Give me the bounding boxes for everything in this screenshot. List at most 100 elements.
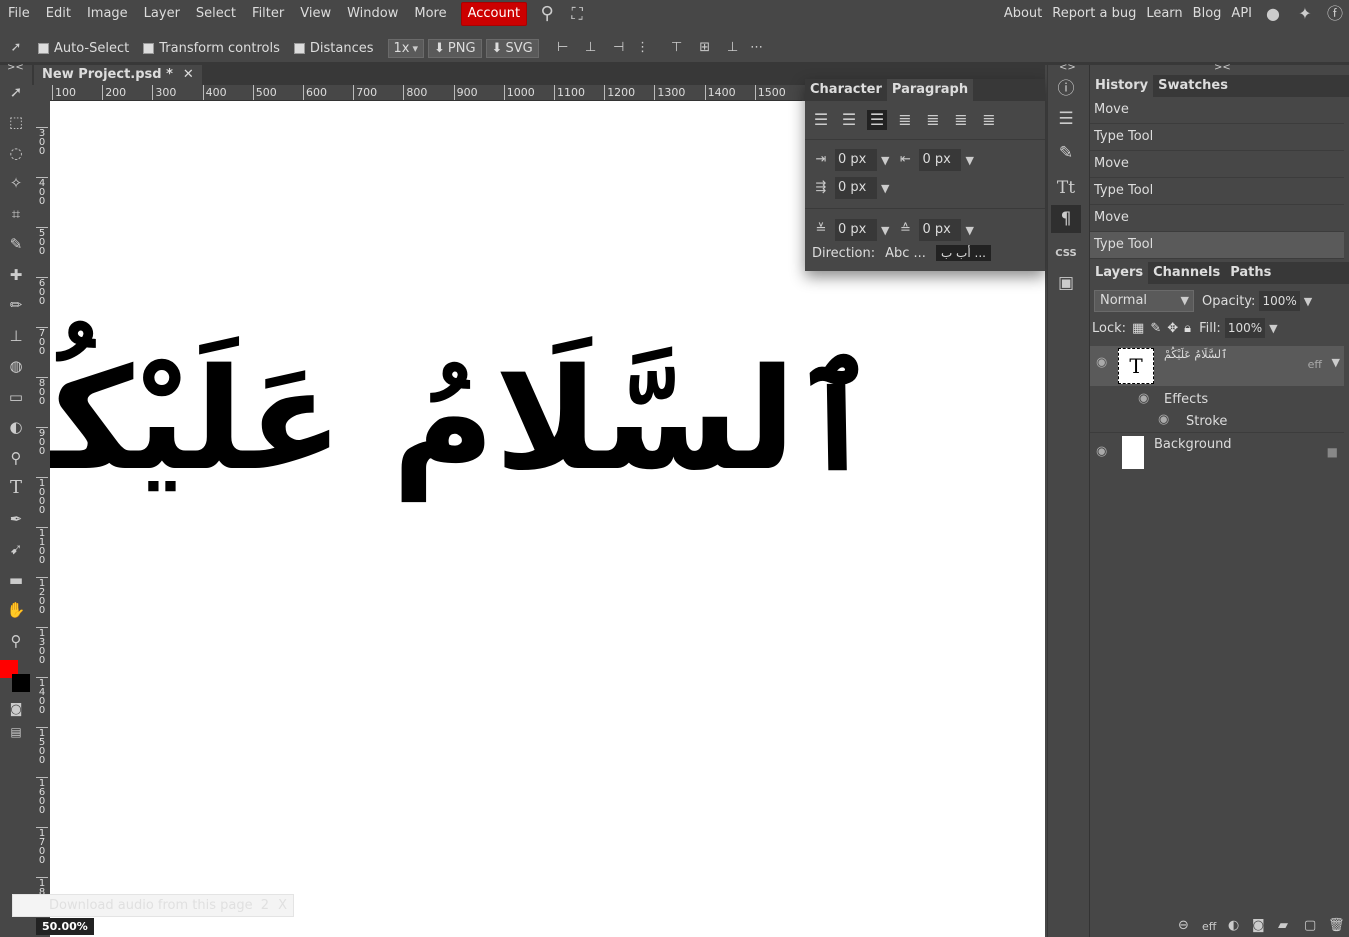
tab-channels[interactable]: Channels (1148, 262, 1225, 284)
blend-mode-select[interactable]: Normal ▼ (1094, 290, 1194, 312)
effects-row[interactable]: ◉ Effects (1090, 389, 1346, 411)
opacity-input[interactable]: 100% (1259, 291, 1300, 311)
move-tool-icon[interactable]: ➚ (5, 81, 27, 103)
lock-paint-icon[interactable]: ✎ (1150, 321, 1161, 336)
download-audio-overlay[interactable]: Download audio from this page 2 X (12, 894, 294, 917)
pen-tool-icon[interactable]: ✒ (5, 508, 27, 530)
info-icon[interactable]: ⓘ (1051, 75, 1081, 103)
reddit-icon[interactable]: ● (1263, 4, 1283, 24)
paragraph-icon[interactable]: ¶ (1051, 205, 1081, 233)
justify-center-icon[interactable]: ≣ (923, 110, 943, 130)
history-item[interactable]: Move (1090, 151, 1344, 178)
checkbox-box[interactable] (293, 42, 305, 54)
menu-view[interactable]: View (292, 0, 339, 28)
new-layer-icon[interactable]: ▢ (1304, 918, 1316, 933)
menu-more[interactable]: More (406, 0, 454, 28)
menu-filter[interactable]: Filter (244, 0, 292, 28)
fill-input[interactable]: 100% (1224, 318, 1266, 338)
checkbox-box[interactable] (38, 42, 49, 54)
align-center-icon[interactable]: ☰ (839, 110, 859, 130)
background-color-swatch[interactable] (12, 674, 30, 692)
search-icon[interactable]: ⚲ (537, 4, 557, 24)
layer-name[interactable]: ٱلسَّلَامُ عَلَيْكُمْ (1164, 348, 1227, 361)
layer-name[interactable]: Background (1154, 437, 1232, 452)
chevron-down-icon[interactable]: ▼ (965, 154, 973, 167)
auto-select-checkbox[interactable]: Auto-Select (38, 41, 129, 56)
layer-row-background[interactable]: ◉ Background ■ (1090, 432, 1344, 472)
tab-swatches[interactable]: Swatches (1153, 75, 1233, 97)
tab-history[interactable]: History (1090, 75, 1154, 97)
lasso-tool-icon[interactable]: ◌ (5, 142, 27, 164)
align-vcenter-icon[interactable]: ⊞ (695, 38, 715, 58)
scale-select[interactable]: 1x ▾ (387, 38, 424, 58)
align-right-icon[interactable]: ⊣ (609, 38, 629, 58)
path-select-icon[interactable]: ➹ (5, 538, 27, 560)
twitter-icon[interactable]: ✦ (1295, 4, 1315, 24)
history-item[interactable]: Type Tool (1090, 178, 1344, 205)
image-icon[interactable]: ▣ (1051, 269, 1081, 297)
first-line-indent-input[interactable]: 0 px (835, 177, 877, 199)
fullscreen-icon[interactable]: ⛶ (567, 4, 587, 24)
dodge-tool-icon[interactable]: ⚲ (5, 447, 27, 469)
checkbox-box[interactable] (143, 42, 155, 54)
collapse-toggle[interactable]: >< (1214, 62, 1231, 73)
zoom-level[interactable]: 50.00% (36, 918, 94, 935)
menu-select[interactable]: Select (188, 0, 244, 28)
adjustment-layer-icon[interactable]: ◐ (1228, 918, 1239, 933)
canvas-text-layer[interactable]: ٱلسَّلَامُ عَلَيْكُمْ (50, 351, 878, 491)
space-after-input[interactable]: 0 px (919, 219, 962, 241)
indent-left-input[interactable]: 0 px (835, 149, 877, 171)
history-item[interactable]: Move (1090, 97, 1344, 124)
clone-stamp-icon[interactable]: ⊥ (5, 325, 27, 347)
visibility-eye-icon[interactable]: ◉ (1158, 412, 1169, 427)
zoom-tool-icon[interactable]: ⚲ (5, 630, 27, 652)
brush-settings-icon[interactable]: ✎ (1051, 139, 1081, 167)
marquee-tool-icon[interactable]: ⬚ (5, 111, 27, 133)
brush-tool-icon[interactable]: ✏ (5, 294, 27, 316)
link-layers-icon[interactable]: ⊖ (1178, 918, 1189, 933)
menu-about[interactable]: About (999, 0, 1047, 28)
expand-toggle[interactable]: <> (1059, 62, 1076, 73)
distances-checkbox[interactable]: Distances (293, 41, 374, 56)
add-effect-button[interactable]: eff (1202, 920, 1216, 933)
space-before-input[interactable]: 0 px (835, 219, 877, 241)
menu-api[interactable]: API (1226, 0, 1257, 28)
lock-all-icon[interactable]: 🔒︎ (1184, 321, 1191, 336)
align-bottom-icon[interactable]: ⊥ (723, 38, 743, 58)
chevron-down-icon[interactable]: ▼ (1332, 356, 1340, 369)
history-item[interactable]: Type Tool (1090, 232, 1344, 259)
rectangle-tool-icon[interactable]: ▬ (5, 569, 27, 591)
menu-edit[interactable]: Edit (38, 0, 79, 28)
direction-rtl-option[interactable]: أب ب ... (935, 245, 991, 261)
facebook-icon[interactable]: ⓕ (1325, 4, 1345, 24)
align-left-icon[interactable]: ⊢ (553, 38, 573, 58)
justify-left-icon[interactable]: ≣ (895, 110, 915, 130)
close-icon[interactable]: ✕ (183, 65, 194, 85)
screen-mode-icon[interactable]: ▤ (5, 721, 27, 743)
close-icon[interactable]: X (278, 895, 287, 916)
indent-right-input[interactable]: 0 px (919, 149, 962, 171)
document-tab[interactable]: New Project.psd * ✕ (34, 65, 202, 85)
lock-transparent-icon[interactable]: ▦ (1132, 321, 1144, 336)
lock-position-icon[interactable]: ✥ (1167, 321, 1178, 336)
chevron-down-icon[interactable]: ▼ (881, 182, 889, 195)
eyedropper-icon[interactable]: ✎ (5, 233, 27, 255)
history-item[interactable]: Type Tool (1090, 124, 1344, 151)
justify-right-icon[interactable]: ≣ (951, 110, 971, 130)
effects-badge[interactable]: eff (1308, 358, 1322, 371)
direction-ltr-option[interactable]: Abc ... (885, 246, 926, 261)
stroke-row[interactable]: ◉ Stroke (1090, 411, 1346, 431)
chevron-down-icon[interactable]: ▼ (1269, 322, 1277, 335)
menu-learn[interactable]: Learn (1141, 0, 1187, 28)
add-mask-icon[interactable]: ◙ (1252, 918, 1265, 933)
align-right-icon[interactable]: ☰ (867, 110, 887, 130)
menu-layer[interactable]: Layer (136, 0, 188, 28)
crop-tool-icon[interactable]: ⌗ (5, 203, 27, 225)
account-button[interactable]: Account (460, 2, 528, 26)
export-png-button[interactable]: ⬇ PNG (428, 38, 482, 58)
css-icon[interactable]: CSS (1051, 240, 1081, 268)
gradient-tool-icon[interactable]: ▭ (5, 386, 27, 408)
layer-row-text[interactable]: ◉ T ٱلسَّلَامُ عَلَيْكُمْ eff ▼ (1090, 346, 1344, 386)
adjustments-icon[interactable]: ☰ (1051, 105, 1081, 133)
visibility-eye-icon[interactable]: ◉ (1096, 444, 1107, 459)
